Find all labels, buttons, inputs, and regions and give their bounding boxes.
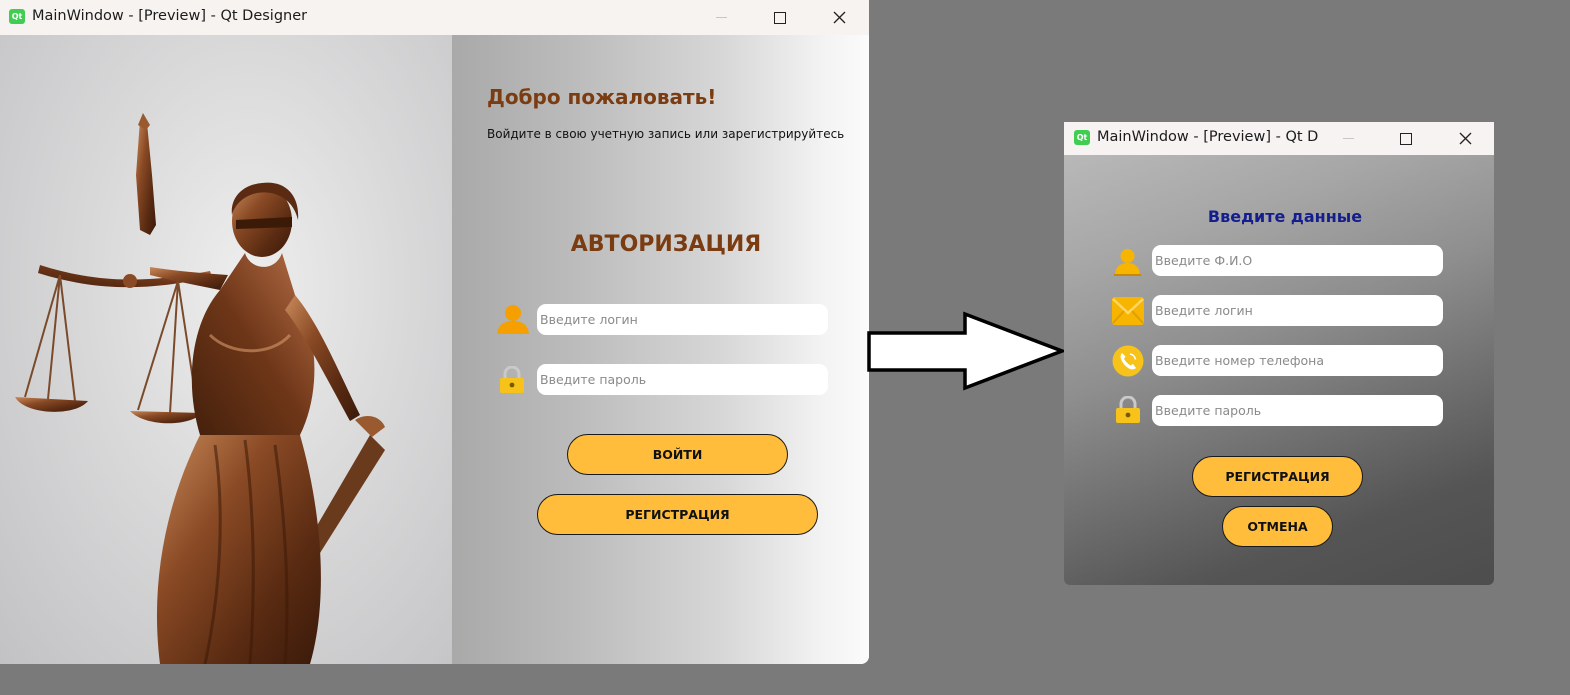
minimize-icon[interactable] — [692, 0, 750, 35]
qt-logo-icon: Qt — [1074, 130, 1090, 145]
register-window: Qt MainWindow - [Preview] - Qt D... Введ… — [1064, 122, 1494, 585]
maximize-icon[interactable] — [1377, 122, 1435, 155]
fio-input[interactable] — [1152, 245, 1443, 276]
lock-icon — [499, 365, 525, 398]
login-panel: Добро пожаловать! Войдите в свою учетную… — [452, 35, 869, 664]
password-input[interactable] — [537, 364, 828, 395]
register-titlebar[interactable]: Qt MainWindow - [Preview] - Qt D... — [1064, 122, 1494, 155]
phone-icon — [1112, 345, 1144, 381]
login-input[interactable] — [537, 304, 828, 335]
close-icon[interactable] — [810, 0, 868, 35]
auth-title: АВТОРИЗАЦИЯ — [570, 232, 762, 257]
lock-icon — [1115, 395, 1141, 428]
cancel-button[interactable]: ОТМЕНА — [1222, 506, 1333, 547]
login-button[interactable]: ВОЙТИ — [567, 434, 788, 475]
login-input[interactable] — [1152, 295, 1443, 326]
register-button[interactable]: РЕГИСТРАЦИЯ — [537, 494, 818, 535]
qt-logo-icon: Qt — [9, 9, 25, 24]
maximize-icon[interactable] — [751, 0, 809, 35]
welcome-subtitle: Войдите в свою учетную запись или зареги… — [487, 127, 845, 141]
close-icon[interactable] — [1436, 122, 1494, 155]
main-titlebar[interactable]: Qt MainWindow - [Preview] - Qt Designer — [0, 0, 869, 35]
user-icon — [496, 304, 530, 338]
person-icon — [1112, 246, 1143, 281]
password-input[interactable] — [1152, 395, 1443, 426]
welcome-title: Добро пожаловать! — [487, 85, 717, 109]
mail-icon — [1112, 297, 1144, 329]
window-title: MainWindow - [Preview] - Qt Designer — [32, 8, 308, 24]
register-window-title: MainWindow - [Preview] - Qt D... — [1097, 129, 1319, 145]
register-title: Введите данные — [1207, 207, 1363, 226]
arrow-icon — [867, 311, 1066, 391]
main-window: Qt MainWindow - [Preview] - Qt Designer — [0, 0, 869, 664]
phone-input[interactable] — [1152, 345, 1443, 376]
register-button[interactable]: РЕГИСТРАЦИЯ — [1192, 456, 1363, 497]
themis-statue-image — [0, 35, 452, 664]
minimize-icon[interactable] — [1319, 122, 1377, 155]
